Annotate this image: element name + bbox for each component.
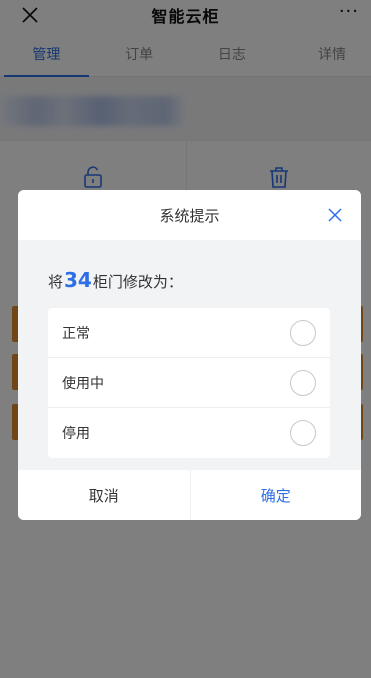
page: 智能云柜 ··· 管理 订单 日志 详情 [0, 0, 371, 678]
prompt-suffix: 柜门修改为： [92, 273, 183, 291]
status-dialog: 系统提示 将 34 柜门修改为： 正常 使用中 停用 取消 确定 [18, 190, 361, 520]
option-label: 停用 [62, 426, 90, 442]
confirm-button[interactable]: 确定 [189, 470, 362, 520]
radio-button[interactable] [290, 420, 316, 446]
option-label: 正常 [62, 325, 90, 342]
option-in-use[interactable]: 使用中 [48, 358, 330, 408]
option-disabled[interactable]: 停用 [48, 408, 330, 458]
close-icon[interactable] [323, 203, 347, 227]
dialog-prompt: 将 34 柜门修改为： [48, 268, 183, 292]
dialog-footer: 取消 确定 [18, 470, 361, 520]
radio-button[interactable] [290, 319, 316, 346]
status-options: 正常 使用中 停用 [48, 308, 330, 458]
option-normal[interactable]: 正常 [48, 308, 330, 358]
prompt-prefix: 将 [48, 273, 64, 291]
dialog-title: 系统提示 [159, 206, 220, 225]
option-label: 使用中 [62, 375, 104, 392]
door-number: 34 [64, 268, 92, 292]
dialog-header: 系统提示 [18, 190, 361, 240]
radio-button[interactable] [290, 369, 316, 396]
cancel-button[interactable]: 取消 [18, 470, 190, 520]
